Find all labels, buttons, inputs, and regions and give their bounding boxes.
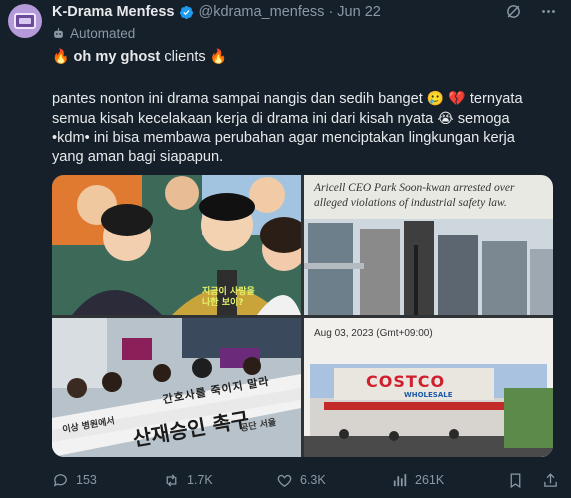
reply-button[interactable]: 153 <box>52 472 97 489</box>
views-count: 261K <box>415 473 445 487</box>
line1-suffix: clients <box>164 49 206 65</box>
loudly-crying-emoji-icon: 😭 <box>437 110 454 126</box>
drama-title: oh my ghost <box>73 49 161 65</box>
share-button[interactable] <box>542 472 559 489</box>
tweet-line-1: 🔥 oh my ghost clients 🔥 <box>52 47 227 67</box>
reply-icon <box>53 473 67 487</box>
fire-emoji-icon: 🔥 <box>52 48 70 64</box>
bookmark-icon <box>510 472 521 488</box>
views-button[interactable]: 261K <box>391 472 444 489</box>
engagement-bar: 153 1.7K 6.3K 261K <box>52 470 562 490</box>
retweet-count: 1.7K <box>187 473 213 487</box>
automated-label: Automated <box>52 24 135 42</box>
reply-count: 153 <box>76 473 97 487</box>
grok-icon[interactable] <box>505 3 522 20</box>
bookmark-button[interactable] <box>507 472 524 489</box>
heart-icon <box>277 474 292 487</box>
tweet-header: K-Drama Menfess @kdrama_menfess · Jun 22 <box>52 2 381 22</box>
costco-news-image[interactable]: Aug 03, 2023 (Gmt+09:00) COSTCO WHOLESAL… <box>304 318 553 457</box>
costco-sign-sub: WHOLESALE <box>404 391 453 399</box>
author-handle[interactable]: @kdrama_menfess <box>199 4 325 20</box>
like-button[interactable]: 6.3K <box>276 472 326 489</box>
like-count: 6.3K <box>300 473 326 487</box>
author-name[interactable]: K-Drama Menfess <box>52 4 175 20</box>
automated-text: Automated <box>70 25 136 41</box>
broken-heart-emoji-icon: 💔 <box>448 90 466 106</box>
media-grid[interactable]: 지금이 사랑을 나한 보이? Aricell CEO Park Soon-kwa… <box>52 175 553 457</box>
poster-illustration <box>52 175 301 315</box>
verified-badge-icon <box>179 5 193 19</box>
costco-sign: COSTCO <box>366 372 446 391</box>
tweet-paragraph: pantes nonton ini drama sampai nangis da… <box>52 89 547 167</box>
tweet[interactable]: K-Drama Menfess @kdrama_menfess · Jun 22… <box>0 0 571 498</box>
separator-dot: · <box>328 4 334 20</box>
retweet-button[interactable]: 1.7K <box>163 472 213 489</box>
share-icon <box>544 472 557 487</box>
tweet-date[interactable]: Jun 22 <box>337 4 381 20</box>
factory-illustration <box>304 219 553 315</box>
more-icon[interactable] <box>540 3 557 20</box>
protest-image[interactable]: 간호사를 죽이지 말라 산재승인 촉구 이상 병원에서 공단 서울 <box>52 318 301 457</box>
fire-emoji-icon: 🔥 <box>209 48 228 64</box>
poster-caption: 지금이 사랑을 나한 보이? <box>202 287 255 308</box>
paragraph-a: pantes nonton ini drama sampai nangis da… <box>52 91 423 107</box>
crying-face-emoji-icon: 🥲 <box>426 90 445 106</box>
drama-poster-image[interactable]: 지금이 사랑을 나한 보이? <box>52 175 301 315</box>
bar-chart-icon <box>393 473 407 486</box>
news-headline-image[interactable]: Aricell CEO Park Soon-kwan arrested over… <box>304 175 553 315</box>
tv-logo-icon <box>14 13 36 29</box>
retweet-icon <box>166 473 177 487</box>
header-actions <box>505 3 557 20</box>
robot-icon <box>54 27 63 38</box>
avatar[interactable] <box>8 4 42 38</box>
